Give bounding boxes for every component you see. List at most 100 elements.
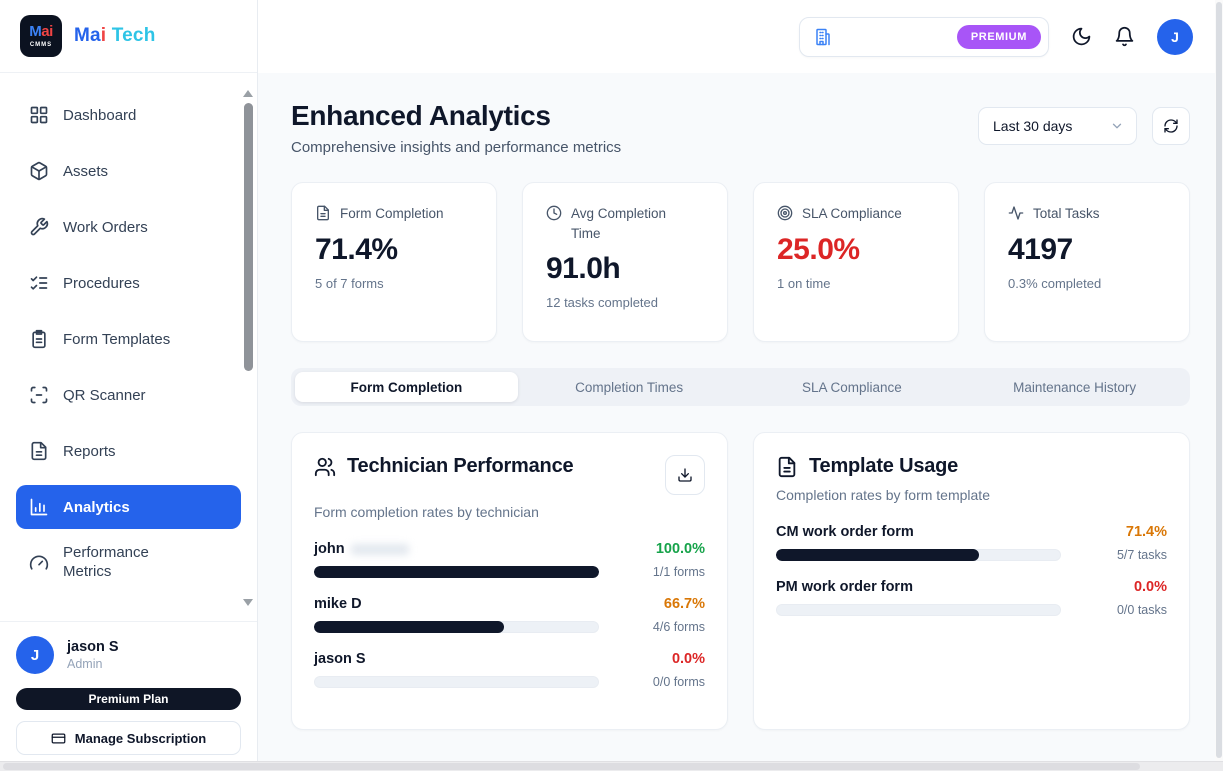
download-button[interactable] (665, 455, 705, 495)
template-row: PM work order form 0.0% 0/0 tasks (776, 579, 1167, 617)
bell-icon (1114, 26, 1135, 47)
refresh-icon (1163, 118, 1179, 134)
sidebar-item-performance-metrics[interactable]: Performance Metrics (16, 541, 241, 585)
tab-sla-compliance[interactable]: SLA Compliance (741, 372, 964, 402)
main-area: PREMIUM J Enhanced Analytics Comprehensi… (258, 0, 1223, 771)
sidebar-item-label: QR Scanner (63, 387, 146, 404)
file-text-icon (29, 441, 49, 461)
manage-subscription-label: Manage Subscription (75, 731, 206, 746)
logo-text-red: ai (41, 23, 53, 40)
sidebar-nav: Dashboard Assets Work Orders Procedures … (0, 73, 257, 621)
clock-icon (546, 205, 562, 221)
sidebar-item-analytics[interactable]: Analytics (16, 485, 241, 529)
sidebar-scrollbar-thumb[interactable] (244, 103, 253, 371)
scroll-up-arrow-icon[interactable] (243, 90, 253, 97)
sidebar-item-form-templates[interactable]: Form Templates (16, 317, 241, 361)
user-name: jason S (67, 639, 119, 655)
tab-maintenance-history[interactable]: Maintenance History (963, 372, 1186, 402)
sidebar-item-qr-scanner[interactable]: QR Scanner (16, 373, 241, 417)
sidebar-item-label: Work Orders (63, 219, 148, 236)
users-icon (314, 456, 336, 478)
horizontal-scrollbar-thumb[interactable] (3, 763, 1140, 770)
plan-badge: Premium Plan (16, 688, 241, 710)
sidebar-item-label: Dashboard (63, 107, 136, 124)
stat-subtext: 12 tasks completed (546, 295, 704, 310)
sidebar-item-label: Reports (63, 443, 116, 460)
checklist-icon (29, 273, 49, 293)
stat-card-sla-compliance: SLA Compliance 25.0% 1 on time (753, 182, 959, 342)
redacted-text (351, 544, 409, 555)
panel-title: Template Usage (809, 455, 958, 478)
panel-title: Technician Performance (347, 455, 573, 478)
chevron-down-icon (1110, 119, 1124, 133)
activity-pulse-icon (1008, 205, 1024, 221)
organization-selector[interactable]: PREMIUM (799, 17, 1049, 57)
stat-label: Avg Completion Time (571, 204, 681, 243)
row-percent: 100.0% (613, 541, 705, 557)
sidebar-user-section: J jason S Admin Premium Plan Manage Subs… (0, 621, 257, 771)
manage-subscription-button[interactable]: Manage Subscription (16, 721, 241, 755)
row-percent: 71.4% (1075, 524, 1167, 540)
row-detail: 0/0 tasks (1075, 603, 1167, 617)
bar-chart-icon (29, 497, 49, 517)
stat-value: 91.0h (546, 252, 704, 286)
stat-subtext: 5 of 7 forms (315, 276, 473, 291)
topbar-avatar[interactable]: J (1157, 19, 1193, 55)
clipboard-icon (29, 329, 49, 349)
row-percent: 66.7% (613, 596, 705, 612)
row-detail: 1/1 forms (613, 565, 705, 579)
package-box-icon (29, 161, 49, 181)
notifications-button[interactable] (1114, 26, 1135, 47)
refresh-button[interactable] (1152, 107, 1190, 145)
target-icon (777, 205, 793, 221)
analytics-tabs: Form Completion Completion Times SLA Com… (291, 368, 1190, 406)
user-profile[interactable]: J jason S Admin (16, 636, 241, 674)
date-range-value: Last 30 days (993, 118, 1072, 134)
sidebar-item-dashboard[interactable]: Dashboard (16, 93, 241, 137)
row-detail: 0/0 forms (613, 675, 705, 689)
page-title: Enhanced Analytics (291, 100, 621, 132)
date-range-select[interactable]: Last 30 days (978, 107, 1137, 145)
stat-subtext: 0.3% completed (1008, 276, 1166, 291)
progress-bar (314, 621, 599, 633)
stat-card-avg-completion-time: Avg Completion Time 91.0h 12 tasks compl… (522, 182, 728, 342)
progress-bar (314, 676, 599, 688)
wrench-icon (29, 217, 49, 237)
panel-subtitle: Completion rates by form template (776, 487, 1167, 503)
user-avatar[interactable]: J (16, 636, 54, 674)
tab-completion-times[interactable]: Completion Times (518, 372, 741, 402)
stat-card-form-completion: Form Completion 71.4% 5 of 7 forms (291, 182, 497, 342)
file-text-icon (315, 205, 331, 221)
sidebar-item-assets[interactable]: Assets (16, 149, 241, 193)
stat-card-total-tasks: Total Tasks 4197 0.3% completed (984, 182, 1190, 342)
sidebar-item-work-orders[interactable]: Work Orders (16, 205, 241, 249)
technician-row: mike D 66.7% 4/6 forms (314, 596, 705, 634)
scroll-down-arrow-icon[interactable] (243, 599, 253, 606)
stat-value: 71.4% (315, 233, 473, 267)
stat-subtext: 1 on time (777, 276, 935, 291)
page-content: Enhanced Analytics Comprehensive insight… (258, 73, 1223, 771)
template-row: CM work order form 71.4% 5/7 tasks (776, 524, 1167, 562)
sidebar-item-procedures[interactable]: Procedures (16, 261, 241, 305)
dashboard-grid-icon (29, 105, 49, 125)
stat-label: SLA Compliance (802, 204, 902, 224)
brand-logo-icon: Mai CMMS (20, 15, 62, 57)
user-role: Admin (67, 657, 119, 671)
topbar: PREMIUM J (258, 0, 1223, 73)
dark-mode-toggle[interactable] (1071, 26, 1092, 47)
download-icon (677, 467, 693, 483)
sidebar-item-reports[interactable]: Reports (16, 429, 241, 473)
technician-performance-panel: Technician Performance Form completion r… (291, 432, 728, 730)
tab-form-completion[interactable]: Form Completion (295, 372, 518, 402)
window-vertical-scrollbar[interactable] (1215, 0, 1223, 761)
window-horizontal-scrollbar[interactable] (0, 761, 1223, 771)
vertical-scrollbar-thumb[interactable] (1216, 2, 1222, 758)
file-text-icon (776, 456, 798, 478)
sidebar-item-label: Performance Metrics (63, 544, 175, 582)
stat-value: 4197 (1008, 233, 1166, 267)
logo-text-blue: M (29, 23, 41, 40)
sidebar-scrollbar[interactable] (242, 90, 254, 606)
sidebar-item-label: Assets (63, 163, 108, 180)
brand-name: Mai Tech (74, 25, 156, 47)
technician-row: john 100.0% 1/1 forms (314, 541, 705, 579)
